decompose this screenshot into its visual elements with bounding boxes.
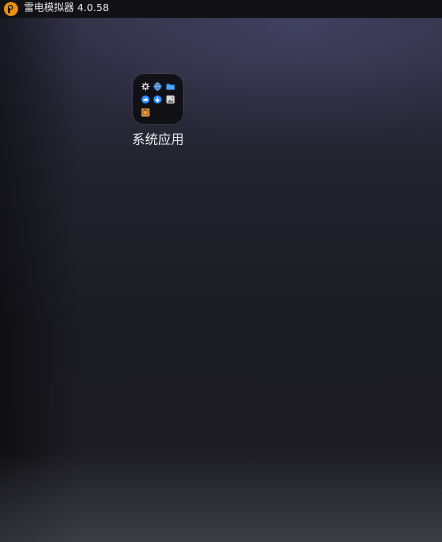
title-bar: 雷电模拟器 4.0.58 (0, 0, 442, 18)
ldplayer-logo-icon (4, 2, 18, 16)
folder-icon[interactable] (133, 74, 183, 124)
store-icon (141, 108, 150, 117)
desktop: 系统应用 (0, 18, 442, 542)
folder-label: 系统应用 (131, 133, 184, 148)
window-title: 雷电模拟器 4.0.58 (24, 3, 109, 14)
settings-icon (141, 82, 150, 91)
desktop-floor-gradient (0, 452, 442, 542)
folder-system-apps[interactable]: 系统应用 (120, 74, 196, 148)
gallery-icon (166, 95, 175, 104)
browser-globe-icon (153, 82, 162, 91)
cloud-icon (141, 95, 150, 104)
download-icon (153, 95, 162, 104)
file-manager-icon (166, 83, 175, 90)
